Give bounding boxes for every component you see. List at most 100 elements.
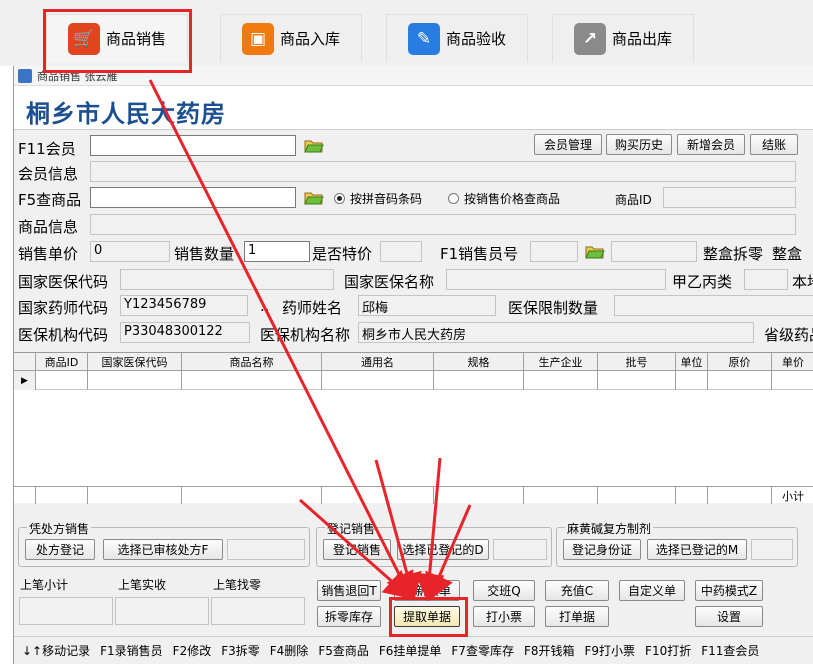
register-sale-button[interactable]: 登记销售 (323, 539, 391, 560)
prescription-register-button[interactable]: 处方登记 (25, 539, 95, 560)
table-cell[interactable] (88, 371, 182, 390)
shortcut-hint: F6挂单提单 (378, 644, 442, 658)
purchase-history-button[interactable]: 购买历史 (606, 134, 672, 155)
col-header[interactable]: 商品ID (36, 353, 88, 371)
split-label: 整盒拆零 (703, 245, 764, 263)
checkout-button[interactable]: 结账 (750, 134, 798, 155)
table-cell[interactable] (708, 371, 772, 390)
unit-price-label: 销售单价 (18, 245, 79, 263)
unit-price-field[interactable]: 0 (90, 241, 170, 262)
radio-price-label: 按销售价格查商品 (464, 192, 561, 206)
table-cell[interactable] (322, 371, 434, 390)
class-label: 甲乙丙类 (672, 273, 733, 291)
annotation-box-retrieve (389, 597, 468, 637)
folder-open-icon[interactable] (304, 138, 324, 154)
app-icon (18, 68, 32, 83)
shortcut-hint: F7查零库存 (451, 644, 514, 658)
table-cell[interactable] (524, 371, 598, 390)
sales-return-button[interactable]: 销售退回T (317, 580, 381, 601)
member-label: F11会员 (18, 140, 76, 158)
col-header[interactable]: 规格 (434, 353, 524, 371)
annotation-box-sales-tab (43, 9, 192, 73)
org-code-label: 医保机构代码 (18, 326, 109, 344)
ephedrine-group: 麻黄碱复方制剂 登记身份证 选择已登记的M (556, 520, 798, 567)
register-field (493, 539, 547, 560)
province-label: 省级药品 (764, 326, 813, 344)
member-input[interactable] (90, 135, 296, 156)
col-header[interactable]: 商品名称 (182, 353, 322, 371)
col-header[interactable]: 生产企业 (524, 353, 598, 371)
select-approved-prescription-button[interactable]: 选择已审核处方F (103, 539, 223, 560)
table-row[interactable]: ▶ (14, 371, 813, 390)
table-cell[interactable] (434, 371, 524, 390)
shortcut-hint: F11查会员 (701, 644, 760, 658)
sales-grid[interactable]: 商品ID 国家医保代码 商品名称 通用名 规格 生产企业 批号 单位 原价 单价… (14, 352, 813, 504)
search-label: F5查商品 (18, 191, 82, 209)
col-header[interactable]: 原价 (708, 353, 772, 371)
last-change-label: 上笔找零 (213, 578, 262, 592)
col-header[interactable]: 批号 (598, 353, 676, 371)
last-received-label: 上笔实收 (118, 578, 167, 592)
select-registered-m-button[interactable]: 选择已登记的M (647, 539, 747, 560)
settings-button[interactable]: 设置 (695, 606, 763, 627)
print-receipt-button[interactable]: 打小票 (473, 606, 535, 627)
tab-inspection[interactable]: ✎ 商品验收 (386, 14, 528, 62)
col-header[interactable]: 单位 (676, 353, 708, 371)
pharmacy-name: 桐乡市人民大药房 (26, 100, 226, 128)
insurance-name-field (446, 269, 666, 290)
shift-handover-button[interactable]: 交班Q (473, 580, 535, 601)
product-id-field (663, 187, 796, 208)
tab-stock-out-label: 商品出库 (611, 30, 672, 48)
col-header[interactable]: 通用名 (322, 353, 434, 371)
shortcut-hint: F3拆零 (221, 644, 260, 658)
add-member-button[interactable]: 新增会员 (677, 134, 745, 155)
footer-cell (182, 487, 322, 504)
col-header[interactable]: 国家医保代码 (88, 353, 182, 371)
row-selector-icon: ▶ (14, 371, 36, 390)
radio-pinyin-barcode[interactable]: 按拼音码条码 (334, 190, 422, 207)
pharmacist-lookup-dots[interactable]: .. (260, 297, 270, 315)
grid-header: 商品ID 国家医保代码 商品名称 通用名 规格 生产企业 批号 单位 原价 单价 (14, 353, 813, 371)
radio-by-price[interactable]: 按销售价格查商品 (448, 190, 560, 207)
print-document-button[interactable]: 打单据 (545, 606, 609, 627)
tab-stock-in[interactable]: ▣ 商品入库 (220, 14, 362, 62)
local-label: 本地 (792, 273, 813, 291)
col-header[interactable]: 单价 (772, 353, 813, 371)
last-subtotal-label: 上笔小计 (20, 578, 69, 592)
split-stock-button[interactable]: 拆零库存 (317, 606, 381, 627)
radio-pinyin-label: 按拼音码条码 (350, 192, 423, 206)
insurance-name-label: 国家医保名称 (344, 273, 435, 291)
pharmacist-code-label: 国家药师代码 (18, 299, 109, 317)
product-search-input[interactable] (90, 187, 296, 208)
select-registered-button[interactable]: 选择已登记的D (397, 539, 489, 560)
seller-label: F1销售员号 (440, 245, 519, 263)
seller-field[interactable] (530, 241, 578, 262)
qty-field[interactable]: 1 (244, 241, 310, 262)
radio-dot (334, 193, 345, 204)
tab-stock-out[interactable]: ↗ 商品出库 (552, 14, 694, 62)
table-cell[interactable] (36, 371, 88, 390)
shortcut-hint: F8开钱箱 (523, 644, 575, 658)
chart-icon: ↗ (573, 22, 606, 55)
herbal-mode-button[interactable]: 中药模式Z (695, 580, 763, 601)
ephedrine-group-title: 麻黄碱复方制剂 (565, 520, 654, 537)
product-id-label: 商品ID (615, 193, 652, 207)
folder-open-icon[interactable] (585, 244, 605, 260)
register-id-card-button[interactable]: 登记身份证 (563, 539, 641, 560)
folder-open-icon[interactable] (304, 190, 324, 206)
custom-order-button[interactable]: 自定义单 (619, 580, 685, 601)
tab-inspection-label: 商品验收 (445, 30, 506, 48)
grid-footer: 小计 (14, 486, 813, 504)
shortcut-status-bar: ↓↑移动记录 F1录销售员 F2修改 F3拆零 F4删除 F5查商品 F6挂单提… (14, 636, 813, 664)
org-code-field: P33048300122 (120, 322, 250, 343)
member-manage-button[interactable]: 会员管理 (534, 134, 602, 155)
table-cell[interactable] (182, 371, 322, 390)
seller-name-field (611, 241, 697, 262)
footer-cell (434, 487, 524, 504)
table-cell[interactable] (676, 371, 708, 390)
box-label: 整盒 (772, 245, 803, 263)
shortcut-hint: ↓↑移动记录 (22, 644, 91, 658)
table-cell[interactable] (598, 371, 676, 390)
limit-qty-label: 医保限制数量 (508, 299, 599, 317)
recharge-button[interactable]: 充值C (545, 580, 609, 601)
